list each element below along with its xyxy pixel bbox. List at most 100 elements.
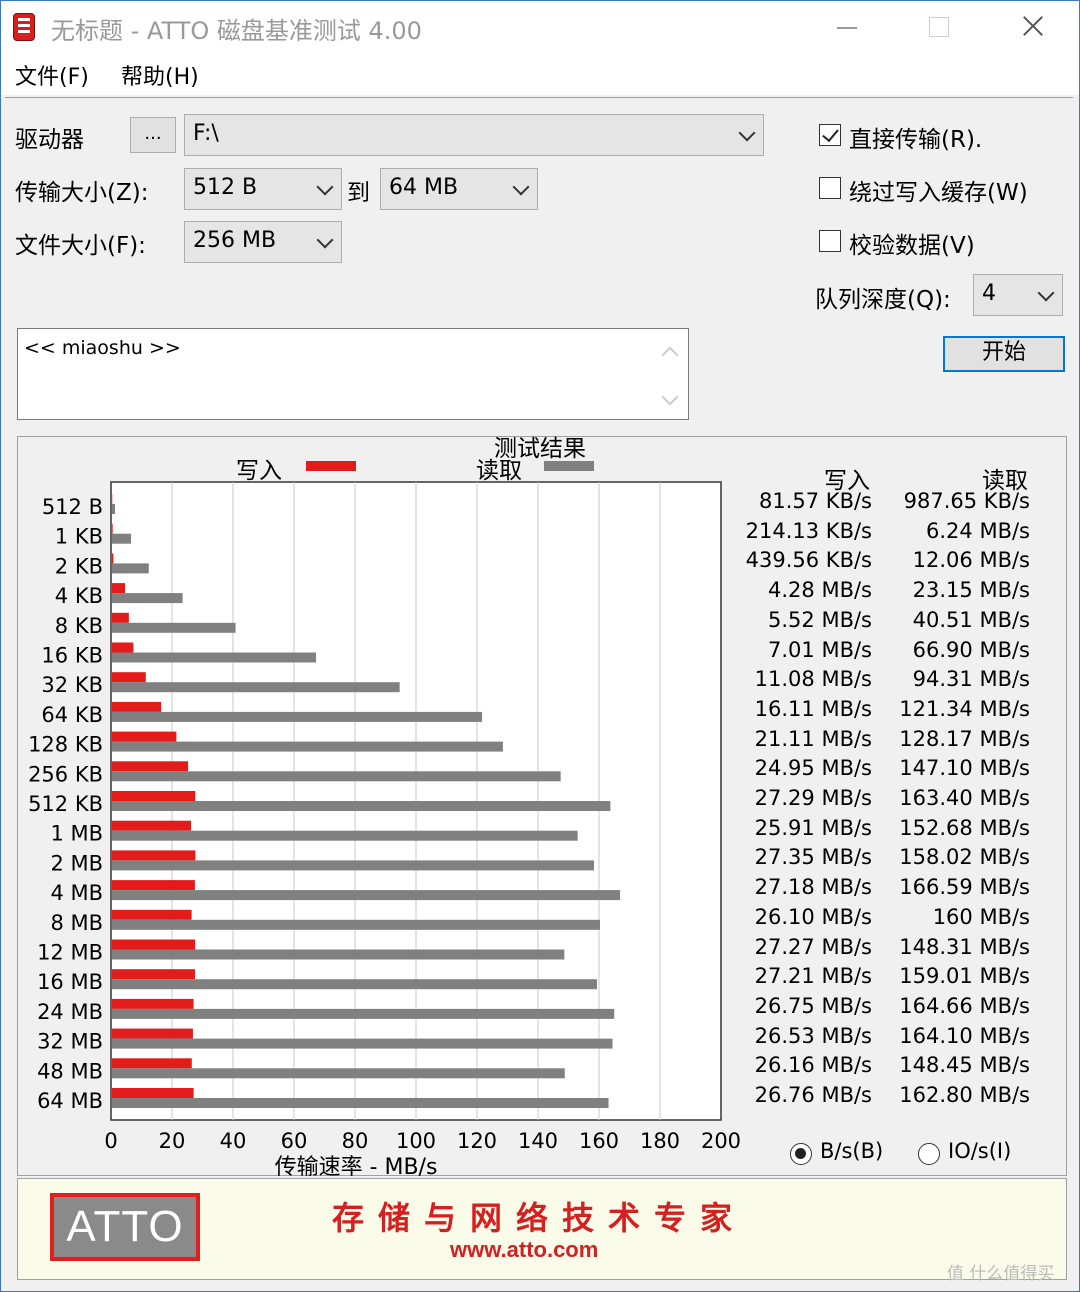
read-bar: [112, 801, 611, 811]
file-size-label: 文件大小(F):: [15, 233, 146, 259]
app-window: 无标题 - ATTO 磁盘基准测试 4.00 文件(F) 帮助(H) 驱动器 .…: [0, 0, 1080, 1292]
close-button[interactable]: [996, 1, 1066, 53]
read-value: 164.10 MB/s: [899, 1023, 1030, 1048]
transfer-size-to-select[interactable]: 64 MB: [380, 168, 538, 210]
read-bar: [112, 979, 597, 990]
read-value: 148.45 MB/s: [899, 1053, 1030, 1078]
drive-select-value: F:\: [193, 121, 219, 146]
queue-depth-select[interactable]: 4: [973, 274, 1063, 316]
minimize-button[interactable]: [811, 1, 881, 53]
read-value: 152.68 MB/s: [899, 815, 1030, 840]
bypass-cache-checkbox[interactable]: [819, 177, 841, 199]
unit-io-radio[interactable]: [918, 1143, 940, 1165]
unit-io-label: IO/s(I): [948, 1139, 1012, 1163]
read-value: 40.51 MB/s: [912, 607, 1030, 632]
read-bar: [112, 711, 483, 722]
transfer-size-from-select[interactable]: 512 B: [184, 168, 342, 210]
chevron-down-icon: [1037, 284, 1055, 302]
write-value: 27.35 MB/s: [754, 845, 872, 870]
write-value: 11.08 MB/s: [754, 667, 872, 692]
y-tick-label: 2 MB: [50, 851, 103, 875]
atto-banner[interactable]: ATTO 存储与网络技术专家 www.atto.com: [17, 1178, 1067, 1280]
transfer-size-label: 传输大小(Z):: [15, 180, 149, 206]
write-value: 27.18 MB/s: [754, 875, 872, 900]
x-tick-label: 140: [518, 1129, 558, 1153]
scroll-up-icon[interactable]: [661, 346, 679, 364]
read-value: 66.90 MB/s: [912, 637, 1030, 662]
direct-io-checkbox[interactable]: [819, 124, 841, 146]
read-value: 162.80 MB/s: [899, 1083, 1030, 1107]
write-value: 16.11 MB/s: [754, 696, 872, 721]
write-value: 27.29 MB/s: [754, 786, 872, 810]
read-value: 987.65 KB/s: [903, 489, 1030, 513]
y-tick-label: 16 KB: [41, 644, 103, 668]
file-size-value: 256 MB: [193, 228, 277, 253]
y-tick-label: 64 KB: [41, 703, 103, 727]
y-tick-label: 512 KB: [28, 792, 103, 816]
read-bar: [112, 1038, 613, 1049]
write-bar: [112, 1058, 192, 1069]
queue-depth-value: 4: [982, 281, 996, 306]
window-title: 无标题 - ATTO 磁盘基准测试 4.00: [51, 17, 422, 45]
write-bar: [112, 909, 192, 920]
start-button[interactable]: 开始: [943, 336, 1065, 372]
title-bar: 无标题 - ATTO 磁盘基准测试 4.00: [1, 1, 1079, 53]
read-value: 94.31 MB/s: [912, 667, 1030, 692]
x-tick-label: 80: [342, 1129, 369, 1153]
watermark: 值 什么值得买: [947, 1264, 1055, 1284]
x-tick-label: 200: [701, 1129, 741, 1153]
y-tick-label: 512 B: [42, 495, 103, 519]
y-tick-label: 1 MB: [50, 822, 103, 846]
banner-slogan: 存储与网络技术专家: [332, 1199, 747, 1237]
write-bar: [112, 731, 177, 742]
write-bar: [112, 612, 129, 623]
queue-depth-label: 队列深度(Q):: [815, 287, 951, 313]
chevron-down-icon: [316, 231, 334, 249]
transfer-size-to-value: 64 MB: [389, 175, 459, 200]
transfer-rate-chart: 0 20 40 60 80 100 120 140 160 180 200 传输速率 - MB/s 51…: [28, 481, 741, 1177]
write-bar: [112, 672, 146, 683]
drive-select[interactable]: F:\: [184, 114, 764, 156]
unit-bytes-radio[interactable]: [790, 1143, 812, 1165]
read-bar: [112, 741, 503, 752]
scroll-down-icon[interactable]: [661, 388, 679, 406]
read-bar: [112, 1068, 565, 1079]
bypass-cache-label: 绕过写入缓存(W): [849, 180, 1028, 206]
write-value: 26.75 MB/s: [754, 993, 872, 1018]
write-value: 25.91 MB/s: [754, 815, 872, 840]
y-tick-label: 32 KB: [41, 673, 103, 697]
verify-data-label: 校验数据(V): [849, 233, 975, 259]
banner-url[interactable]: www.atto.com: [450, 1237, 598, 1263]
read-bar: [112, 860, 594, 871]
file-size-select[interactable]: 256 MB: [184, 221, 342, 263]
write-value: 214.13 KB/s: [745, 518, 872, 543]
y-tick-label: 4 KB: [55, 584, 103, 608]
read-bar: [112, 919, 600, 930]
maximize-button[interactable]: [903, 1, 973, 53]
read-value: 159.01 MB/s: [899, 964, 1030, 989]
x-tick-label: 40: [220, 1129, 247, 1153]
x-tick-label: 100: [396, 1129, 436, 1153]
read-bar: [112, 890, 621, 901]
drive-label: 驱动器: [15, 127, 84, 153]
description-textarea[interactable]: << miaoshu >>: [17, 328, 689, 420]
write-value: 24.95 MB/s: [754, 756, 872, 781]
read-value: 23.15 MB/s: [912, 578, 1030, 603]
write-bar: [112, 701, 162, 712]
verify-data-checkbox[interactable]: [819, 230, 841, 252]
write-value: 439.56 KB/s: [745, 548, 872, 573]
browse-drive-button[interactable]: ...: [130, 117, 176, 153]
x-tick-label: 20: [159, 1129, 186, 1153]
y-tick-label: 8 KB: [55, 614, 103, 638]
x-tick-label: 0: [104, 1129, 117, 1153]
x-tick-label: 180: [640, 1129, 680, 1153]
read-value: 158.02 MB/s: [899, 845, 1030, 870]
main-panel: 驱动器 ... F:\ 传输大小(Z): 512 B 到 64 MB 文件大小(…: [5, 97, 1073, 1288]
y-tick-label: 8 MB: [50, 911, 103, 935]
y-tick-label: 16 MB: [37, 970, 103, 994]
menu-help[interactable]: 帮助(H): [121, 59, 199, 91]
read-bar: [112, 652, 317, 663]
menu-file[interactable]: 文件(F): [15, 59, 89, 91]
read-bar: [112, 593, 183, 604]
write-bar: [112, 523, 113, 534]
